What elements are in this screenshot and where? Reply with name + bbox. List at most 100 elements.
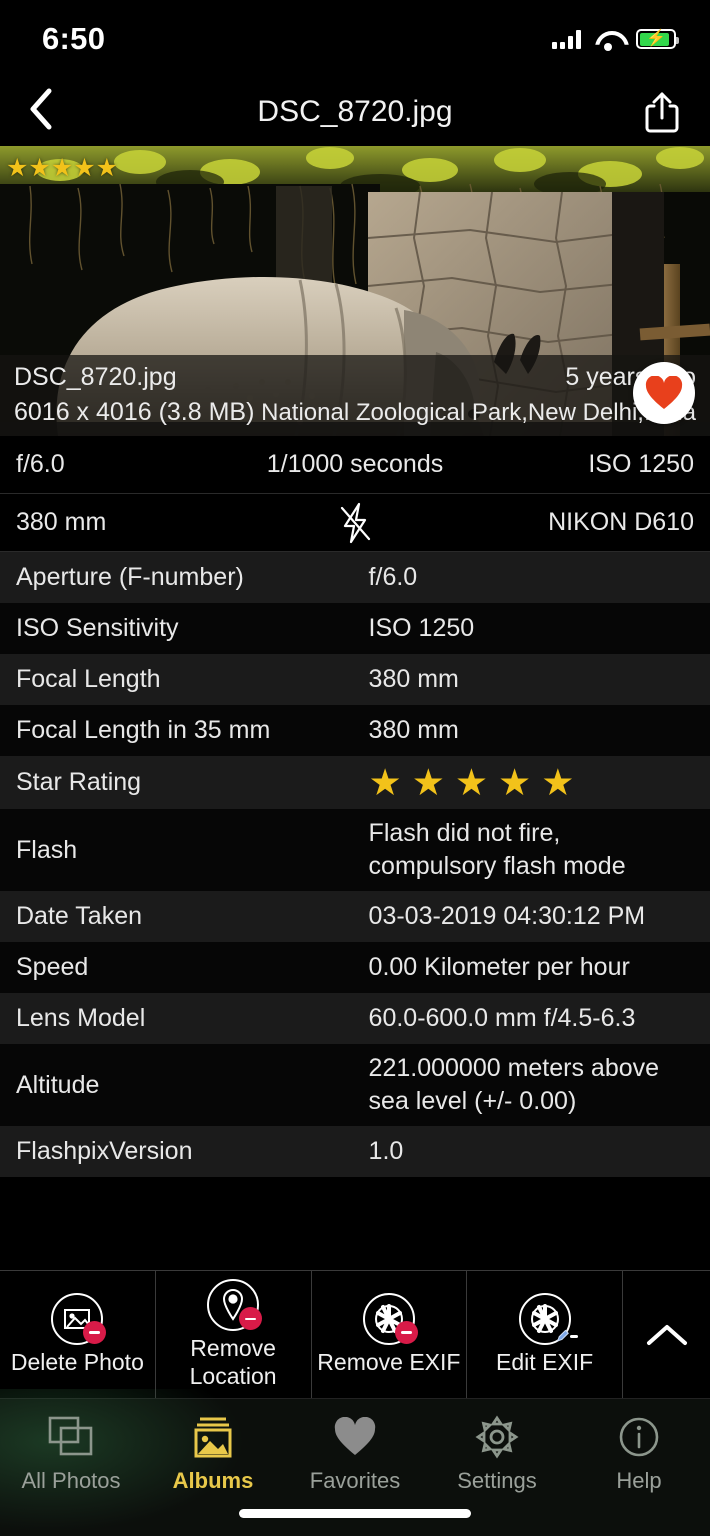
exif-key: Altitude: [16, 1070, 100, 1099]
battery-charging-icon: ⚡: [636, 29, 679, 49]
summary-camera: NIKON D610: [548, 508, 694, 536]
exif-key: Lens Model: [16, 1004, 146, 1032]
exif-summary: f/6.0 1/1000 seconds ISO 1250 380 mm NIK…: [0, 436, 710, 552]
exif-key: Focal Length in 35 mm: [16, 716, 271, 744]
exif-row[interactable]: Lens Model 60.0-600.0 mm f/4.5-6.3: [0, 993, 710, 1044]
exif-row[interactable]: FlashpixVersion 1.0: [0, 1126, 710, 1177]
heart-icon: [645, 376, 683, 409]
summary-shutter: 1/1000 seconds: [266, 450, 444, 478]
pencil-icon: [556, 1330, 569, 1343]
wifi-icon: [595, 30, 621, 51]
tab-all-photos[interactable]: All Photos: [0, 1413, 142, 1494]
tab-label: Settings: [457, 1468, 537, 1493]
exif-key: Aperture (F-number): [16, 563, 244, 591]
exif-value: 0.00 Kilometer per hour: [368, 953, 630, 981]
summary-flash: [240, 501, 471, 545]
heart-icon: [333, 1413, 377, 1461]
remove-exif-button[interactable]: Remove EXIF: [312, 1271, 468, 1398]
exif-row[interactable]: Speed 0.00 Kilometer per hour: [0, 942, 710, 993]
exif-row[interactable]: Focal Length 380 mm: [0, 654, 710, 705]
exif-row[interactable]: Flash Flash did not fire, compulsory flas…: [0, 809, 710, 891]
gear-icon: [475, 1413, 519, 1461]
edit-exif-button[interactable]: Edit EXIF: [467, 1271, 623, 1398]
exif-table: Aperture (F-number) f/6.0 ISO Sensitivity I…: [0, 552, 710, 1177]
photos-stack-icon: [48, 1413, 94, 1461]
photo-viewer[interactable]: ★★★★★ DSC_8720.jpg 5 years ago 6016 x 40…: [0, 146, 710, 436]
status-time: 6:50: [42, 21, 106, 56]
exif-row[interactable]: Focal Length in 35 mm 380 mm: [0, 705, 710, 756]
exif-key: Focal Length: [16, 665, 161, 693]
page-title: DSC_8720.jpg: [257, 95, 453, 128]
exif-value: 380 mm: [368, 716, 459, 744]
exif-value: 03-03-2019 04:30:12 PM: [368, 902, 646, 930]
overlay-dimensions: 6016 x 4016 (3.8 MB): [14, 398, 255, 426]
exif-value: 60.0-600.0 mm f/4.5-6.3: [368, 1004, 636, 1032]
tab-label: Albums: [172, 1468, 254, 1493]
exif-row[interactable]: ISO Sensitivity ISO 1250: [0, 603, 710, 654]
exif-row[interactable]: Date Taken 03-03-2019 04:30:12 PM: [0, 891, 710, 942]
info-icon: [617, 1413, 661, 1461]
photo-remove-icon: [51, 1292, 107, 1345]
share-button[interactable]: [642, 90, 682, 134]
minus-badge: [394, 1320, 418, 1344]
aperture-remove-icon: [362, 1292, 418, 1345]
delete-photo-button[interactable]: Delete Photo: [0, 1271, 156, 1398]
remove-location-button[interactable]: Remove Location: [156, 1271, 312, 1398]
status-icons: ⚡: [552, 29, 679, 51]
back-button[interactable]: [28, 87, 78, 138]
share-icon: [645, 92, 679, 133]
summary-focal: 380 mm: [16, 508, 107, 536]
tab-label: Help: [616, 1468, 662, 1493]
exif-value: 380 mm: [368, 665, 459, 693]
tab-label: Favorites: [309, 1468, 401, 1493]
photo-star-rating: ★★★★★: [6, 154, 119, 182]
flash-off-icon: [340, 502, 371, 543]
pencil-badge: [555, 1325, 578, 1348]
exif-key: Date Taken: [16, 902, 143, 930]
exif-key: Flash: [16, 835, 78, 864]
exif-key: Star Rating: [16, 768, 142, 796]
tab-favorites[interactable]: Favorites: [284, 1413, 426, 1494]
action-label: Delete Photo: [10, 1348, 144, 1375]
minus-badge: [83, 1320, 107, 1344]
info-row-dimensions: 6016 x 4016 (3.8 MB) National Zoological…: [14, 398, 696, 427]
exif-row[interactable]: Altitude 221.000000 meters above sea leve…: [0, 1044, 710, 1126]
cellular-signal-icon: [552, 29, 581, 49]
status-bar: 6:50 ⚡: [0, 0, 710, 78]
chevron-up-icon: [643, 1319, 691, 1351]
summary-row-2: 380 mm NIKON D610: [0, 494, 710, 551]
tab-help[interactable]: Help: [568, 1413, 710, 1494]
exif-value: Flash did not fire, compulsory flash mod…: [368, 819, 626, 880]
aperture-edit-icon: [518, 1292, 571, 1345]
favorite-button[interactable]: [633, 362, 695, 424]
exif-value: ISO 1250: [368, 614, 475, 642]
exif-value: ★★★★★: [368, 762, 585, 803]
action-bar: Delete Photo Remove Location Remove EXIF…: [0, 1270, 710, 1398]
chevron-left-icon: [30, 88, 52, 129]
exif-key: FlashpixVersion: [16, 1137, 193, 1165]
tab-settings[interactable]: Settings: [426, 1413, 568, 1494]
overlay-location: National Zoological Park,New Delhi,India: [261, 399, 696, 426]
home-indicator: [239, 1509, 471, 1518]
tab-label: All Photos: [21, 1468, 121, 1493]
summary-iso: ISO 1250: [588, 450, 694, 478]
exif-row[interactable]: Star Rating ★★★★★: [0, 756, 710, 809]
action-label: Remove EXIF: [317, 1348, 461, 1375]
location-remove-icon: [207, 1279, 263, 1332]
albums-icon: [191, 1413, 235, 1461]
expand-panel-button[interactable]: [623, 1271, 710, 1398]
exif-key: Speed: [16, 953, 89, 981]
exif-value: 1.0: [368, 1137, 404, 1165]
exif-row[interactable]: Aperture (F-number) f/6.0: [0, 552, 710, 603]
tab-bar: All Photos Albums Favorites Settings Hel…: [0, 1389, 710, 1536]
nav-bar: DSC_8720.jpg: [0, 78, 710, 146]
exif-value: f/6.0: [368, 563, 418, 591]
action-label: Remove Location: [189, 1335, 277, 1389]
action-label: Edit EXIF: [496, 1348, 594, 1375]
minus-badge: [239, 1307, 263, 1331]
exif-key: ISO Sensitivity: [16, 614, 179, 642]
tab-albums[interactable]: Albums: [142, 1413, 284, 1494]
overlay-filename: DSC_8720.jpg: [14, 363, 177, 391]
exif-value: 221.000000 meters above sea level (+/- 0…: [368, 1054, 660, 1115]
photo-info-overlay: DSC_8720.jpg 5 years ago 6016 x 4016 (3.…: [0, 355, 710, 436]
